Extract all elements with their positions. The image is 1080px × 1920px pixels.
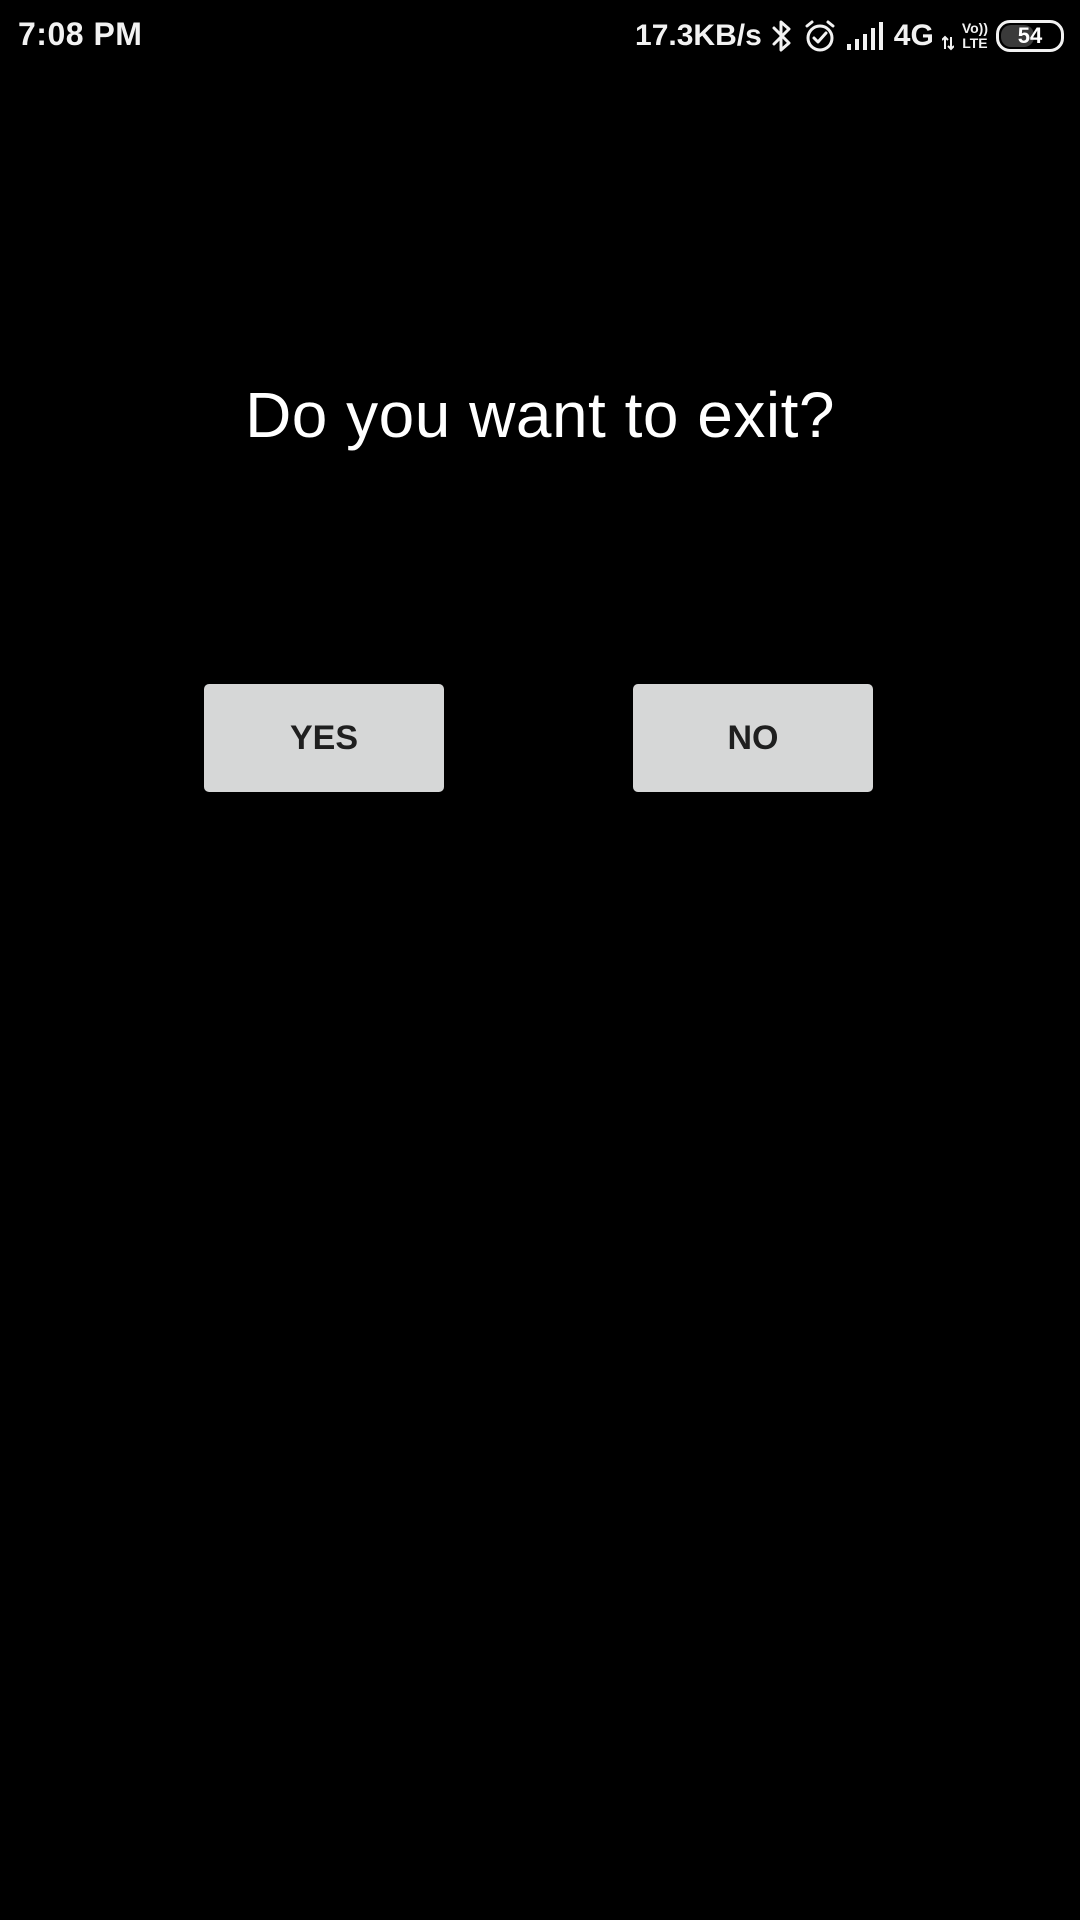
yes-button[interactable]: YES [204,684,444,792]
exit-prompt: Do you want to exit? [245,379,835,451]
status-icons: 17.3KB/s 4G Vo)) LTE 54 [635,14,1064,58]
yes-button-label: YES [289,718,359,757]
status-time: 7:08 PM [18,16,143,52]
signal-icon [846,20,886,52]
battery-icon: 54 [996,20,1064,52]
data-arrows-icon [941,21,954,51]
network-speed: 17.3KB/s [635,19,762,52]
battery-level: 54 [1017,23,1043,48]
volte-bottom-label: LTE [962,35,988,51]
no-button[interactable]: NO [633,684,873,792]
alarm-icon [802,18,838,54]
no-button-label: NO [727,718,779,757]
volte-indicator: Vo)) LTE [962,21,988,51]
network-type: 4G [893,19,934,52]
volte-top-label: Vo)) [961,20,988,36]
bluetooth-icon [770,18,794,54]
status-bar: 7:08 PM 17.3KB/s 4G Vo)) LTE 54 [0,0,1080,72]
